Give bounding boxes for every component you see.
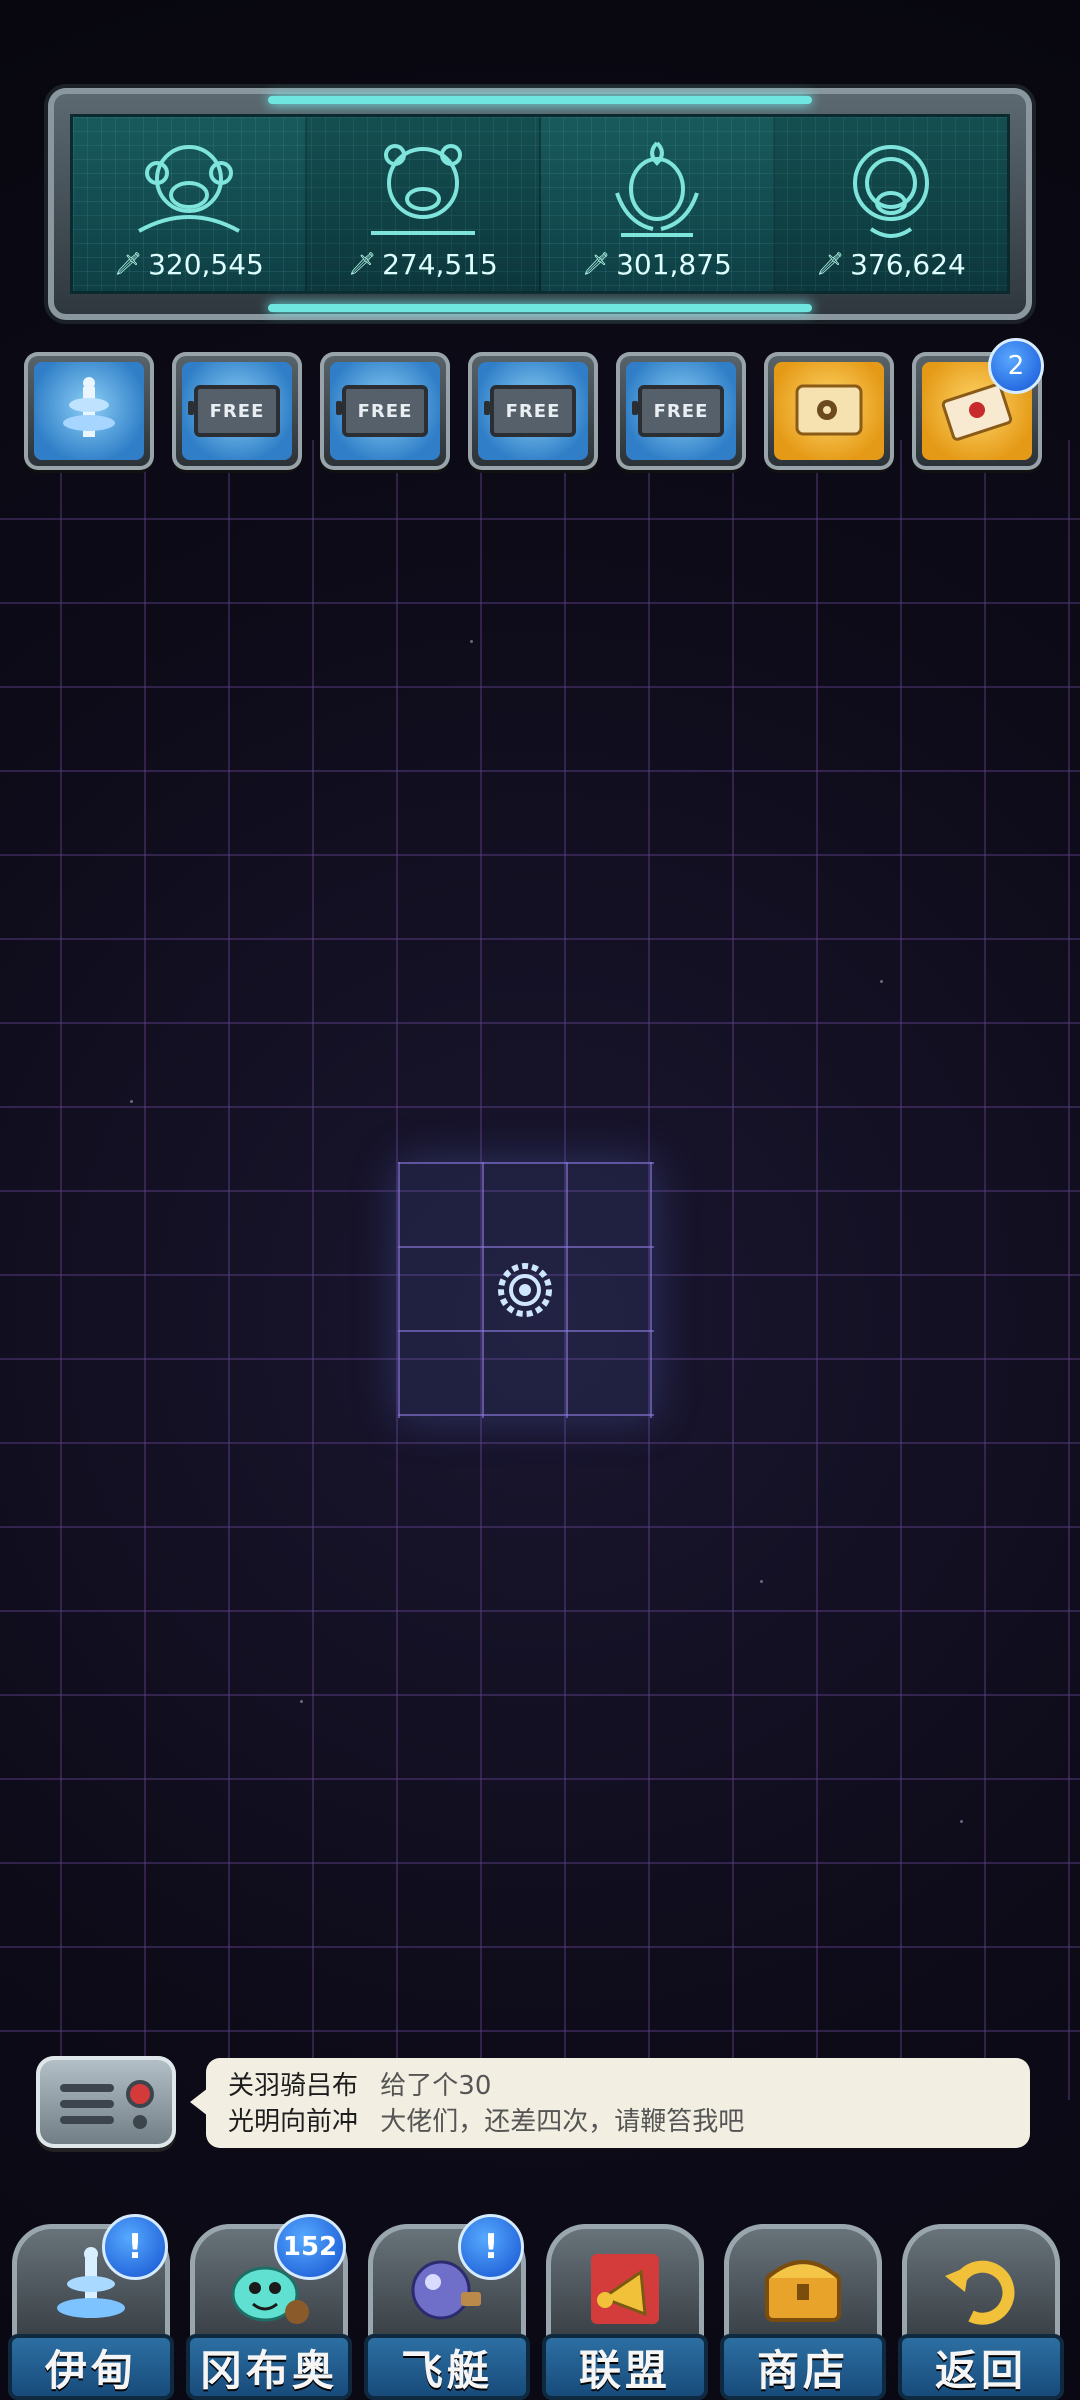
nav-icon-frame: [546, 2224, 704, 2352]
bottom-nav: ! 伊甸 152 冈布奥 ! 飞艇 联盟 商店 返回: [0, 2214, 1080, 2400]
sword-icon: 🗡: [348, 252, 377, 277]
chat-message: 关羽骑吕布 给了个30: [228, 2068, 1008, 2104]
star: [960, 1820, 963, 1823]
star: [300, 1700, 303, 1703]
horn-icon: [591, 2254, 659, 2324]
star: [880, 980, 883, 983]
treasure-map-icon: [795, 384, 863, 436]
nav-label: 伊甸: [8, 2334, 174, 2400]
treasure-map-button[interactable]: [764, 352, 894, 470]
nav-alliance-button[interactable]: 联盟: [538, 2220, 712, 2400]
battery-icon: FREE: [188, 385, 280, 437]
nav-label: 冈布奥: [186, 2334, 352, 2400]
rooster-head-icon: [615, 141, 699, 237]
star: [470, 640, 473, 643]
chat-message: 光明向前冲 大佬们，还差四次，请鞭笞我吧: [228, 2104, 1008, 2140]
return-arrow-icon: [945, 2260, 1015, 2325]
totem-score: 🗡 301,875: [541, 248, 773, 281]
dog-head-icon: [853, 145, 929, 238]
totem-score: 🗡 274,515: [307, 248, 539, 281]
nav-icon-frame: [902, 2224, 1060, 2352]
chat-text: 给了个30: [380, 2071, 492, 2101]
free-item-button[interactable]: FREE: [172, 352, 302, 470]
free-item-button[interactable]: FREE: [468, 352, 598, 470]
panel-glow-bottom: [268, 304, 812, 312]
free-label: FREE: [209, 400, 265, 422]
score-value: 301,875: [616, 248, 732, 281]
battery-icon: FREE: [484, 385, 576, 437]
star: [760, 1580, 763, 1583]
totem-score: 🗡 376,624: [775, 248, 1007, 281]
totem-slot-dog[interactable]: 🗡 376,624: [775, 117, 1007, 291]
alert-badge: !: [102, 2214, 168, 2280]
score-value: 320,545: [148, 248, 264, 281]
totem-score: 🗡 320,545: [73, 248, 305, 281]
chat-preview[interactable]: 关羽骑吕布 给了个30 光明向前冲 大佬们，还差四次，请鞭笞我吧: [190, 2058, 1030, 2148]
score-value: 274,515: [382, 248, 498, 281]
tower-item-button[interactable]: [24, 352, 154, 470]
mail-count-badge: 2: [988, 338, 1044, 394]
nav-eden-button[interactable]: ! 伊甸: [4, 2214, 178, 2400]
chat-button[interactable]: [36, 2056, 176, 2148]
chat-username: 光明向前冲: [228, 2107, 359, 2137]
totem-slot-rooster[interactable]: 🗡 301,875: [541, 117, 775, 291]
sword-icon: 🗡: [816, 252, 845, 277]
monkey-head-icon: [138, 145, 240, 233]
location-target-icon[interactable]: [497, 1262, 553, 1318]
totem-slot-monkey[interactable]: 🗡 320,545: [73, 117, 307, 291]
nav-label: 商店: [720, 2334, 886, 2400]
sword-icon: 🗡: [582, 252, 611, 277]
bear-head-icon: [371, 144, 475, 235]
free-label: FREE: [653, 400, 709, 422]
nav-label: 返回: [898, 2334, 1064, 2400]
nav-back-button[interactable]: 返回: [894, 2220, 1068, 2400]
item-bar: FREE FREE FREE FREE 2: [24, 338, 1056, 470]
nav-airship-button[interactable]: ! 飞艇: [360, 2214, 534, 2400]
free-label: FREE: [505, 400, 561, 422]
panel-glow-top: [268, 96, 812, 104]
battery-icon: FREE: [632, 385, 724, 437]
mail-button[interactable]: 2: [912, 338, 1044, 470]
alert-badge: !: [458, 2214, 524, 2280]
nav-shop-button[interactable]: 商店: [716, 2220, 890, 2400]
nav-icon-frame: [724, 2224, 882, 2352]
chat-text: 大佬们，还差四次，请鞭笞我吧: [380, 2107, 745, 2137]
count-badge: 152: [274, 2214, 346, 2280]
nav-label: 联盟: [542, 2334, 708, 2400]
score-value: 376,624: [850, 248, 966, 281]
star: [130, 1100, 133, 1103]
nav-label: 飞艇: [364, 2334, 530, 2400]
radio-icon: [60, 2080, 154, 2129]
totem-slot-bear[interactable]: 🗡 274,515: [307, 117, 541, 291]
battery-icon: FREE: [336, 385, 428, 437]
nav-gumball-button[interactable]: 152 冈布奥: [182, 2214, 356, 2400]
free-item-button[interactable]: FREE: [616, 352, 746, 470]
tower-icon: [63, 377, 115, 437]
free-label: FREE: [357, 400, 413, 422]
treasure-chest-icon: [765, 2260, 841, 2322]
free-item-button[interactable]: FREE: [320, 352, 450, 470]
chat-username: 关羽骑吕布: [228, 2071, 359, 2101]
sword-icon: 🗡: [114, 252, 143, 277]
totem-score-panel: 🗡 320,545 🗡 274,515 🗡 301,875 🗡 376,624: [48, 88, 1032, 320]
